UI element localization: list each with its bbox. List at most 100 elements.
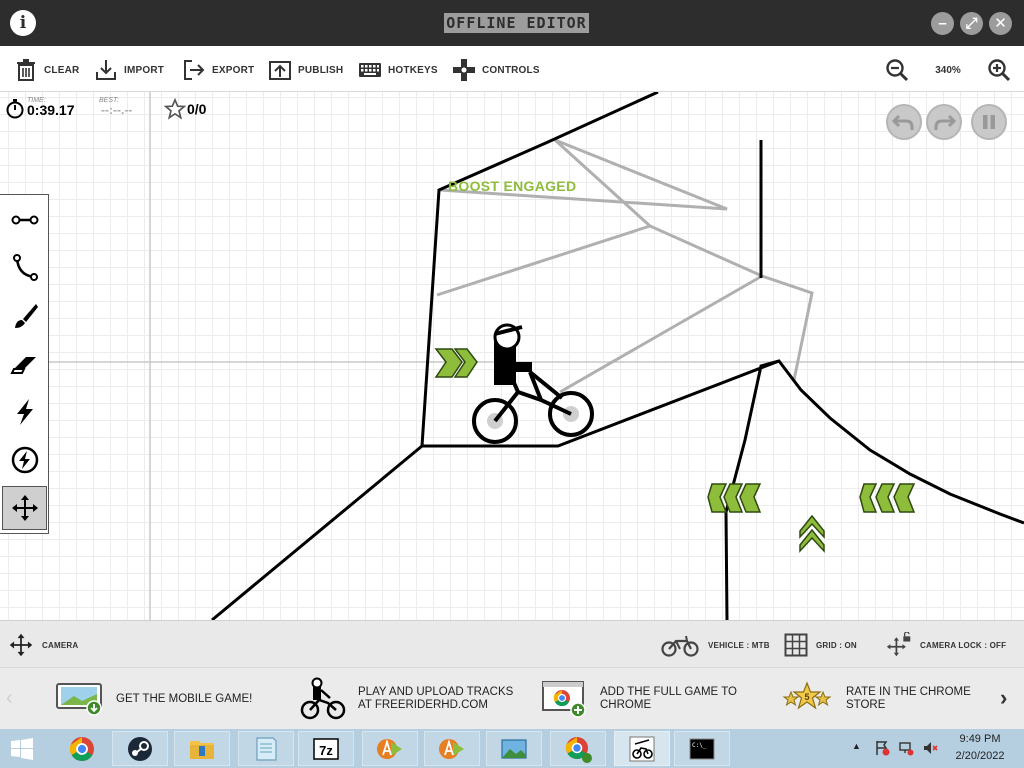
publish-icon — [269, 61, 291, 80]
tray-expand-icon[interactable]: ▲ — [852, 741, 861, 751]
promo-next-icon[interactable]: › — [1000, 685, 1007, 711]
chrome-icon[interactable] — [54, 731, 110, 766]
brush-tool-icon — [14, 304, 38, 328]
promo-bar: ‹ GET THE MOBILE GAME! PLAY AND UPLOAD T… — [0, 667, 1024, 729]
best-value: --:--.-- — [101, 103, 133, 117]
chrome-profile-icon[interactable] — [550, 731, 606, 766]
hotkeys-button[interactable]: HOTKEYS — [358, 58, 438, 82]
curve-tool[interactable] — [2, 246, 47, 290]
windows-taskbar: 7z C:\_ ▲ — [0, 729, 1024, 768]
promo-upload-line2: AT FREERIDERHD.COM — [358, 699, 488, 711]
info-icon[interactable]: i — [10, 10, 36, 36]
promo-rate[interactable]: 5 RATE IN THE CHROME STORE — [780, 676, 971, 722]
stars-count: 0/0 — [187, 101, 207, 117]
title-bar: i OFFLINE EDITOR – ⤢ ✕ — [0, 0, 1024, 46]
brush-tool[interactable] — [2, 294, 47, 338]
app-icon-2[interactable] — [424, 731, 480, 766]
powerup-tool-icon — [16, 399, 33, 425]
clear-button[interactable]: CLEAR — [14, 58, 79, 82]
fullscreen-icon[interactable]: ⤢ — [960, 12, 983, 35]
vehicle-status[interactable]: VEHICLE : MTB — [660, 631, 770, 659]
zoom-level: 340% — [935, 65, 961, 76]
promo-chrome-line1: ADD THE FULL GAME TO — [600, 686, 737, 698]
import-button[interactable]: IMPORT — [94, 58, 164, 82]
volume-muted-icon[interactable] — [922, 740, 938, 756]
powerup-tool[interactable] — [2, 390, 47, 434]
rating-stars-icon: 5 — [782, 681, 832, 710]
app-icon-1[interactable] — [362, 731, 418, 766]
promo-upload-text: PLAY AND UPLOAD TRACKS AT FREERIDERHD.CO… — [358, 686, 513, 712]
export-button[interactable]: EXPORT — [182, 58, 254, 82]
clock-date: 2/20/2022 — [955, 750, 1005, 762]
controls-label: CONTROLS — [482, 64, 540, 76]
controls-button[interactable]: CONTROLS — [452, 58, 540, 82]
zoom-out-button[interactable] — [885, 58, 909, 82]
clear-label: CLEAR — [44, 64, 80, 76]
publish-button[interactable]: PUBLISH — [268, 58, 343, 82]
clock-time: 9:49 PM — [959, 733, 1001, 745]
minimize-icon[interactable]: – — [931, 12, 954, 35]
promo-chrome[interactable]: ADD THE FULL GAME TO CHROME — [542, 676, 737, 722]
eraser-tool-icon — [9, 357, 36, 374]
line-tool[interactable] — [2, 198, 47, 242]
move-icon — [9, 633, 33, 657]
boost-arrow-left — [893, 483, 916, 513]
grid-label: GRID : ON — [816, 640, 857, 650]
svg-text:C:\_: C:\_ — [692, 742, 707, 749]
vehicle-label: VEHICLE : MTB — [708, 640, 770, 650]
zoom-in-button[interactable] — [987, 58, 1011, 82]
camera-lock-status[interactable]: CAMERA LOCK : OFF — [886, 631, 1006, 659]
pause-button[interactable] — [971, 104, 1007, 140]
gamepad-icon — [453, 59, 475, 81]
export-label: EXPORT — [212, 64, 255, 76]
boost-arrow-left — [739, 483, 762, 513]
rider-icon — [300, 677, 346, 720]
promo-rate-line2: STORE — [846, 699, 886, 711]
promo-chrome-line2: CHROME — [600, 699, 652, 711]
track-canvas[interactable] — [0, 92, 1024, 620]
action-center-flag-icon[interactable] — [874, 740, 890, 756]
promo-mobile[interactable]: GET THE MOBILE GAME! — [56, 676, 252, 722]
stopwatch-icon — [6, 99, 24, 119]
steam-icon[interactable] — [112, 731, 168, 766]
track-drawing — [0, 92, 1024, 620]
import-label: IMPORT — [124, 64, 165, 76]
redo-button[interactable] — [926, 104, 962, 140]
close-icon[interactable]: ✕ — [989, 12, 1012, 35]
import-icon — [96, 60, 116, 80]
star-icon — [164, 98, 186, 120]
network-icon[interactable] — [898, 740, 914, 756]
grid-status[interactable]: GRID : ON — [784, 631, 857, 659]
export-icon — [184, 60, 205, 80]
promo-prev-icon[interactable]: ‹ — [6, 687, 13, 710]
notepad-icon[interactable] — [238, 731, 294, 766]
freerider-icon[interactable] — [614, 731, 670, 766]
bike-icon — [661, 635, 699, 657]
status-bar: CAMERA VEHICLE : MTB GRID : ON CAMERA LO… — [0, 620, 1024, 667]
file-explorer-icon[interactable] — [174, 731, 230, 766]
camera-move-tool[interactable] — [2, 486, 47, 530]
eraser-tool[interactable] — [2, 342, 47, 386]
zoom-in-icon — [988, 59, 1011, 82]
camera-move-icon — [11, 495, 38, 521]
promo-rate-line1: RATE IN THE CHROME — [846, 686, 971, 698]
chrome-store-icon — [542, 681, 586, 718]
boost-arrow-left — [875, 483, 896, 513]
tool-palette — [0, 194, 49, 534]
photos-icon[interactable] — [486, 731, 542, 766]
undo-button[interactable] — [886, 104, 922, 140]
7zip-icon[interactable]: 7z — [298, 731, 354, 766]
promo-mobile-text: GET THE MOBILE GAME! — [116, 692, 253, 705]
publish-label: PUBLISH — [298, 64, 344, 76]
cmd-icon[interactable]: C:\_ — [674, 731, 730, 766]
trash-icon — [17, 59, 35, 81]
windows-start-icon[interactable] — [10, 737, 34, 766]
promo-upload-line1: PLAY AND UPLOAD TRACKS — [358, 686, 514, 698]
undo-icon — [891, 114, 914, 130]
powerup-alt-tool[interactable] — [2, 438, 47, 482]
promo-upload[interactable]: PLAY AND UPLOAD TRACKS AT FREERIDERHD.CO… — [300, 676, 513, 722]
boost-arrow-left — [859, 483, 878, 513]
camera-status[interactable]: CAMERA — [8, 631, 78, 659]
boost-engaged-text: BOOST ENGAGED — [448, 178, 577, 194]
boost-arrow-left — [707, 483, 728, 513]
